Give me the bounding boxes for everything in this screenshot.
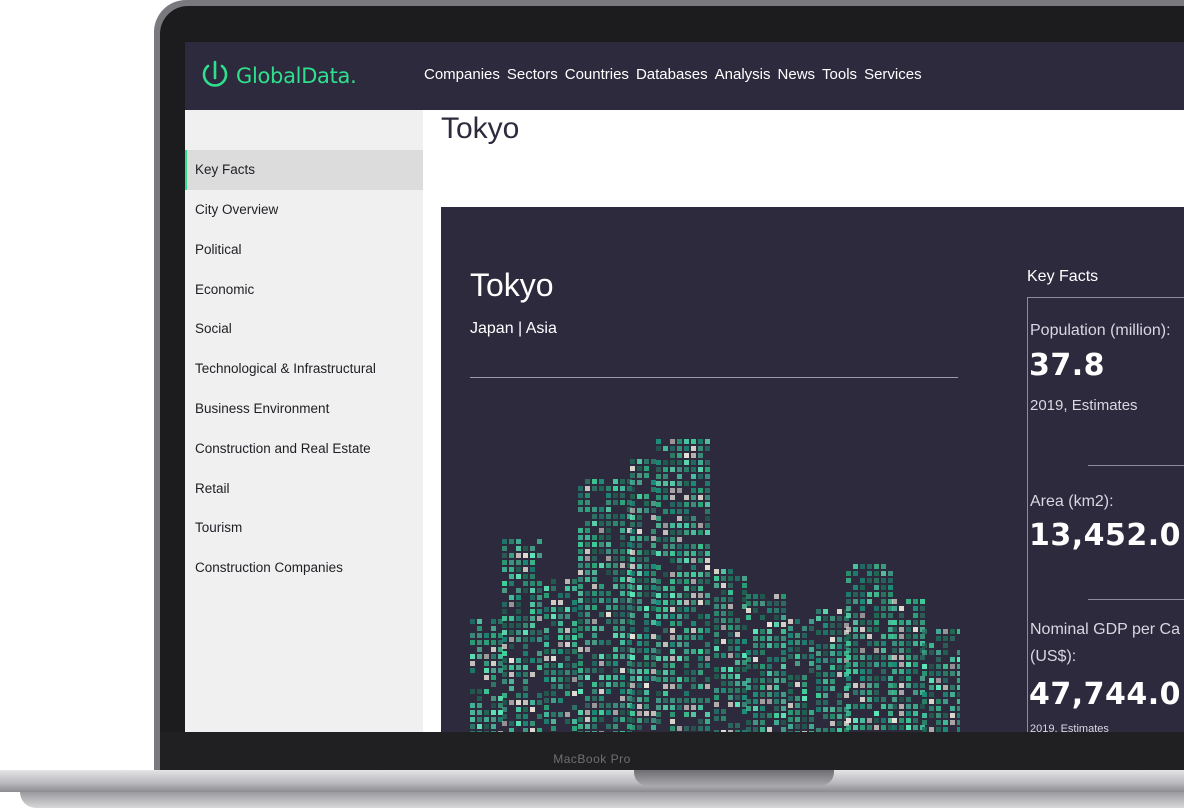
laptop-base-bottom [20,792,1184,808]
sidebar-item-construction-companies[interactable]: Construction Companies [185,548,423,588]
skyline-illustration [470,439,960,732]
sidebar: Key Facts City Overview Political Econom… [185,110,423,732]
sidebar-item-retail[interactable]: Retail [185,469,423,509]
hero-region: Japan | Asia [470,320,557,337]
nav-databases[interactable]: Databases [636,66,708,83]
nav-sectors[interactable]: Sectors [507,66,558,83]
sidebar-item-economic[interactable]: Economic [185,270,423,310]
gdp-value: 47,744.0 [1029,677,1182,712]
hero-city-name: Tokyo [470,267,554,303]
nav-tools[interactable]: Tools [822,66,857,83]
city-hero-panel: Tokyo Japan | Asia Key Facts Population … [441,207,1184,732]
logo-text: GlobalData. [236,64,357,88]
laptop-notch [634,770,834,786]
browser-screen: GlobalData. Companies Sectors Countries … [185,42,1184,732]
laptop-base [0,770,1184,792]
population-value: 37.8 [1029,348,1106,383]
sidebar-item-key-facts[interactable]: Key Facts [185,150,423,190]
key-facts-separator [1088,465,1184,466]
area-value: 13,452.0 [1029,518,1182,553]
top-navigation-bar: GlobalData. Companies Sectors Countries … [185,42,1184,110]
laptop-model-label: MacBook Pro [553,752,631,766]
nav-services[interactable]: Services [864,66,922,83]
gdp-note: 2019, Estimates [1030,723,1109,732]
sidebar-item-business-environment[interactable]: Business Environment [185,389,423,429]
sidebar-item-construction-real-estate[interactable]: Construction and Real Estate [185,429,423,469]
page-title: Tokyo [441,112,520,145]
gdp-label: Nominal GDP per Ca [1030,621,1180,638]
hero-divider [470,377,958,378]
sidebar-item-social[interactable]: Social [185,309,423,349]
globaldata-logo[interactable]: GlobalData. [201,58,357,94]
nav-countries[interactable]: Countries [565,66,629,83]
key-facts-separator [1088,599,1184,600]
main-nav: Companies Sectors Countries Databases An… [424,66,922,83]
sidebar-item-political[interactable]: Political [185,230,423,270]
area-label: Area (km2): [1030,493,1114,510]
skyline-pixels [470,439,960,732]
population-note: 2019, Estimates [1030,397,1138,414]
key-facts-panel: Population (million): 37.8 2019, Estimat… [1027,297,1184,732]
globaldata-logo-icon [202,60,228,87]
sidebar-item-city-overview[interactable]: City Overview [185,190,423,230]
population-label: Population (million): [1030,322,1171,339]
gdp-label-unit: (US$): [1030,648,1077,665]
sidebar-item-tourism[interactable]: Tourism [185,508,423,548]
key-facts-heading: Key Facts [1027,268,1099,285]
nav-analysis[interactable]: Analysis [715,66,771,83]
nav-news[interactable]: News [778,66,816,83]
nav-companies[interactable]: Companies [424,66,500,83]
sidebar-item-technological[interactable]: Technological & Infrastructural [185,349,423,389]
